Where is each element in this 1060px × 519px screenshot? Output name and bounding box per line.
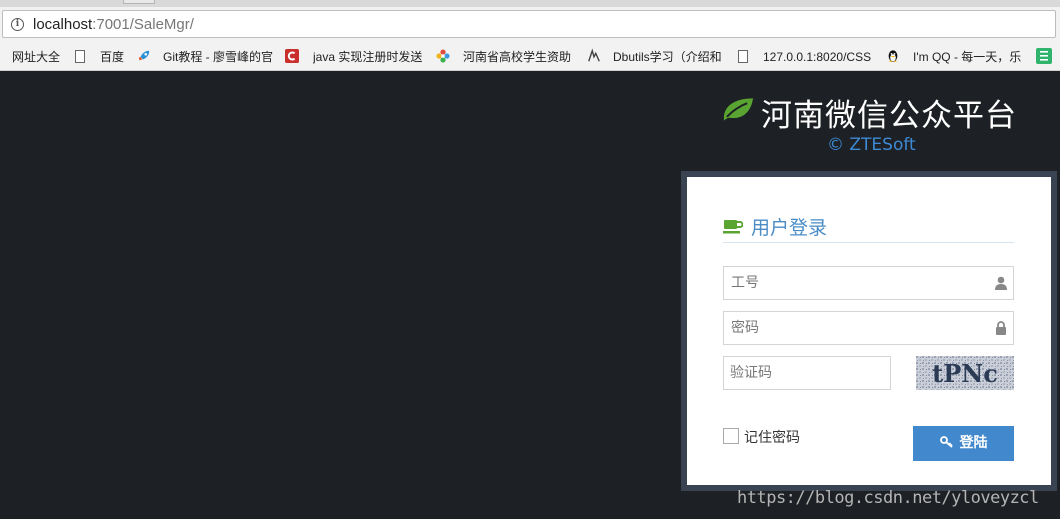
browser-tab[interactable] [123, 0, 155, 4]
login-button-label: 登陆 [959, 435, 988, 451]
remember-checkbox[interactable] [723, 428, 739, 444]
bookmark-item[interactable]: 127.0.0.1:8020/CSS [763, 49, 873, 65]
login-button[interactable]: 登陆 [913, 426, 1014, 461]
page-icon [75, 50, 85, 63]
browser-tabstrip [0, 0, 1060, 7]
csdn-icon [285, 49, 299, 63]
bookmarks-bar: 网址大全 百度 Git教程 - 廖雪峰的官 java 实现注册时发送 河南省高校… [0, 43, 1060, 71]
login-title: 用户登录 [751, 217, 828, 239]
url-text[interactable]: localhost:7001/SaleMgr/ [33, 16, 194, 33]
bookmark-item[interactable]: 网址大全 [12, 49, 60, 65]
user-icon [995, 276, 1007, 290]
bookmark-item[interactable]: Git教程 - 廖雪峰的官 [163, 49, 273, 65]
login-header: 用户登录 [723, 213, 1014, 243]
rocket-icon [138, 50, 150, 61]
lock-icon [996, 321, 1006, 335]
remember-label: 记住密码 [744, 430, 800, 446]
bookmark-item[interactable]: Dbutils学习（介绍和 [613, 49, 723, 65]
captcha-text: tPNc [932, 359, 998, 388]
captcha-field[interactable] [723, 356, 891, 390]
brand-header: 河南微信公众平台 [721, 90, 1021, 134]
coffee-icon [723, 220, 743, 234]
login-panel: 用户登录 工号 验证码 tPNc 记住密码 登陆 [687, 177, 1051, 485]
watermark-text: https://blog.csdn.net/yloveyzcl [737, 488, 1039, 508]
bookmark-item[interactable]: 河南省高校学生资助 [463, 49, 573, 65]
qq-penguin-icon [888, 50, 898, 63]
address-bar[interactable]: i localhost:7001/SaleMgr/ [2, 10, 1056, 38]
captcha-input[interactable] [724, 357, 890, 389]
leaf-icon [723, 98, 754, 121]
brand-title: 河南微信公众平台 [761, 98, 1017, 134]
password-input[interactable] [724, 312, 1013, 344]
app-icon[interactable] [1036, 48, 1052, 64]
captcha-image[interactable]: tPNc [916, 356, 1014, 390]
cnblogs-icon [588, 48, 600, 62]
password-field[interactable] [723, 311, 1014, 345]
copyright-text: © ZTESoft [827, 135, 916, 155]
login-panel-frame: 用户登录 工号 验证码 tPNc 记住密码 登陆 [681, 171, 1057, 491]
flower-icon [436, 49, 450, 63]
bookmark-item[interactable]: java 实现注册时发送 [313, 49, 423, 65]
page-icon [738, 50, 748, 63]
browser-toolbar: i localhost:7001/SaleMgr/ [0, 7, 1060, 43]
key-icon [939, 435, 953, 448]
username-field[interactable] [723, 266, 1014, 300]
bookmark-item[interactable]: 百度 [100, 49, 124, 65]
username-input[interactable] [724, 267, 1013, 299]
info-icon[interactable]: i [11, 18, 24, 31]
bookmark-item[interactable]: I'm QQ - 每一天，乐 [913, 49, 1023, 65]
